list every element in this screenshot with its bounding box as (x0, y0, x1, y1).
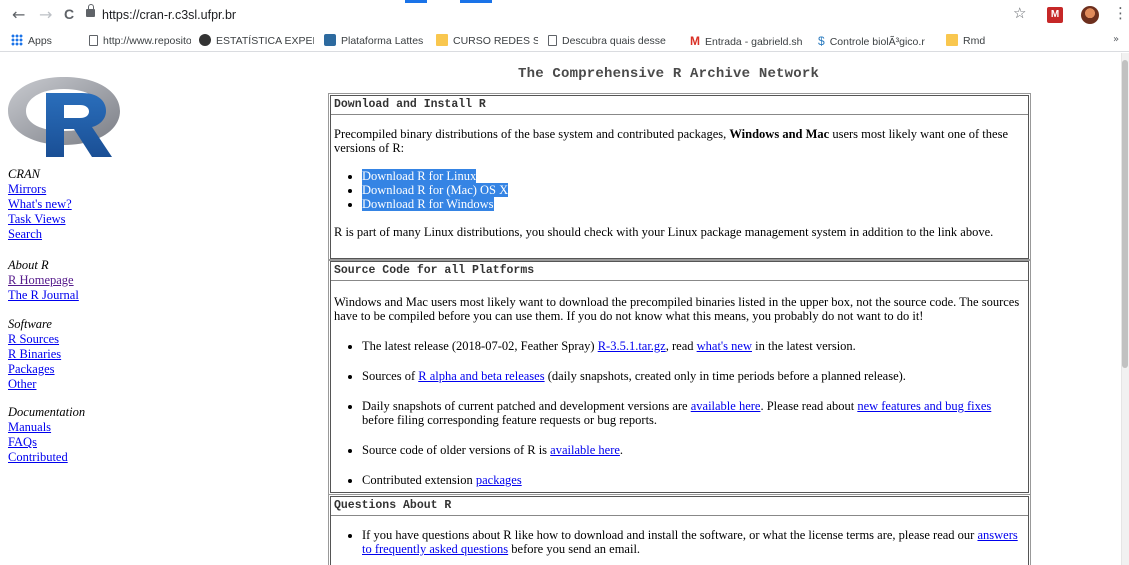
download-outro: R is part of many Linux distributions, y… (334, 225, 994, 239)
sidebar-link-mirrors[interactable]: Mirrors (8, 182, 72, 197)
source-intro: Windows and Mac users most likely want t… (334, 295, 1020, 323)
daily-snapshots-link[interactable]: available here (691, 399, 761, 413)
profile-avatar[interactable] (1081, 6, 1099, 24)
list-item: If you have questions about R like how t… (362, 528, 1025, 556)
sidebar-link-other[interactable]: Other (8, 377, 61, 392)
sidebar-heading: CRAN (8, 167, 40, 181)
packages-link[interactable]: packages (476, 473, 522, 487)
folder-icon (946, 34, 958, 46)
bookmark-apps[interactable]: Apps (11, 33, 71, 49)
new-features-link[interactable]: new features and bug fixes (857, 399, 991, 413)
sidebar-link-contributed[interactable]: Contributed (8, 450, 85, 465)
sidebar-link-whats-new[interactable]: What's new? (8, 197, 72, 212)
list-item: Contributed extension packages (362, 473, 1025, 487)
document-icon (548, 35, 557, 46)
tab-strip-edge (460, 0, 492, 3)
gmail-icon: M (690, 34, 700, 48)
sidebar-section-documentation: Documentation Manuals FAQs Contributed (8, 405, 85, 465)
r-tarball-link[interactable]: R-3.5.1.tar.gz (598, 339, 666, 353)
sidebar-section-software: Software R Sources R Binaries Packages O… (8, 317, 61, 392)
swirl-icon: $ (818, 34, 825, 48)
back-button[interactable]: ← (12, 5, 25, 24)
document-icon (89, 35, 98, 46)
reload-button[interactable]: C (64, 6, 74, 22)
download-install-box: Download and Install R Precompiled binar… (328, 93, 1031, 261)
sidebar-heading: Software (8, 317, 52, 331)
bookmark-item[interactable]: Descubra quais desse (548, 33, 668, 49)
download-intro: Precompiled binary distributions of the … (334, 127, 1008, 155)
list-item: Source code of older versions of R is av… (362, 443, 1025, 457)
bookmark-item[interactable]: Plataforma Lattes (324, 33, 429, 49)
scrollbar-thumb[interactable] (1122, 60, 1128, 368)
sidebar-link-r-homepage[interactable]: R Homepage (8, 273, 79, 288)
sidebar-link-task-views[interactable]: Task Views (8, 212, 72, 227)
bookmark-item[interactable]: M Entrada - gabrield.sh (690, 33, 806, 49)
sidebar-link-search[interactable]: Search (8, 227, 72, 242)
tab-strip-edge (405, 0, 427, 3)
lattes-icon (324, 34, 336, 46)
apps-grid-icon (11, 34, 23, 46)
box-title: Questions About R (331, 497, 1028, 516)
lock-icon (86, 4, 95, 17)
download-windows-link[interactable]: Download R for Windows (362, 197, 494, 211)
sidebar-section-about: About R R Homepage The R Journal (8, 258, 79, 303)
download-mac-link[interactable]: Download R for (Mac) OS X (362, 183, 509, 197)
folder-icon (436, 34, 448, 46)
browser-toolbar: ← → C https://cran-r.c3sl.ufpr.br ☆ M ⋮ (0, 0, 1129, 30)
source-code-box: Source Code for all Platforms Windows an… (328, 259, 1031, 495)
browser-menu-icon[interactable]: ⋮ (1113, 4, 1128, 22)
whats-new-link[interactable]: what's new (697, 339, 752, 353)
r-logo-icon (8, 77, 120, 157)
sidebar-link-packages[interactable]: Packages (8, 362, 61, 377)
bookmark-item[interactable]: CURSO REDES SOCIA (436, 33, 538, 49)
bookmark-star-icon[interactable]: ☆ (1013, 4, 1026, 22)
alpha-beta-link[interactable]: R alpha and beta releases (418, 369, 544, 383)
sidebar-link-manuals[interactable]: Manuals (8, 420, 85, 435)
sidebar-link-r-sources[interactable]: R Sources (8, 332, 61, 347)
sidebar-heading: About R (8, 258, 49, 272)
forward-button[interactable]: → (39, 5, 52, 24)
more-bookmarks-icon[interactable]: » (1113, 34, 1119, 45)
extension-m-icon[interactable]: M (1047, 7, 1063, 23)
web-page: CRAN Mirrors What's new? Task Views Sear… (0, 53, 1129, 565)
sidebar-section-cran: CRAN Mirrors What's new? Task Views Sear… (8, 167, 72, 242)
bookmark-item[interactable]: $ Controle biolÃ³gico.r (818, 33, 938, 49)
list-item: Daily snapshots of current patched and d… (362, 399, 1025, 427)
box-title: Download and Install R (331, 96, 1028, 115)
page-title: The Comprehensive R Archive Network (518, 66, 820, 82)
older-versions-link[interactable]: available here (550, 443, 620, 457)
box-title: Source Code for all Platforms (331, 262, 1028, 281)
bookmarks-bar: Apps http://www.repositor ESTATÍSTICA EX… (0, 30, 1129, 52)
list-item: The latest release (2018-07-02, Feather … (362, 339, 1025, 353)
bookmark-item[interactable]: http://www.repositor (89, 33, 191, 49)
globe-icon (199, 34, 211, 46)
sidebar-link-faqs[interactable]: FAQs (8, 435, 85, 450)
sidebar-link-r-binaries[interactable]: R Binaries (8, 347, 61, 362)
list-item: Sources of R alpha and beta releases (da… (362, 369, 1025, 383)
questions-box: Questions About R If you have questions … (328, 494, 1031, 565)
download-linux-link[interactable]: Download R for Linux (362, 169, 477, 183)
sidebar-heading: Documentation (8, 405, 86, 419)
bookmark-item[interactable]: ESTATÍSTICA EXPERIM (199, 33, 314, 49)
address-bar[interactable]: https://cran-r.c3sl.ufpr.br (102, 5, 236, 25)
bookmark-item[interactable]: Rmd (946, 33, 1006, 49)
sidebar-link-r-journal[interactable]: The R Journal (8, 288, 79, 303)
